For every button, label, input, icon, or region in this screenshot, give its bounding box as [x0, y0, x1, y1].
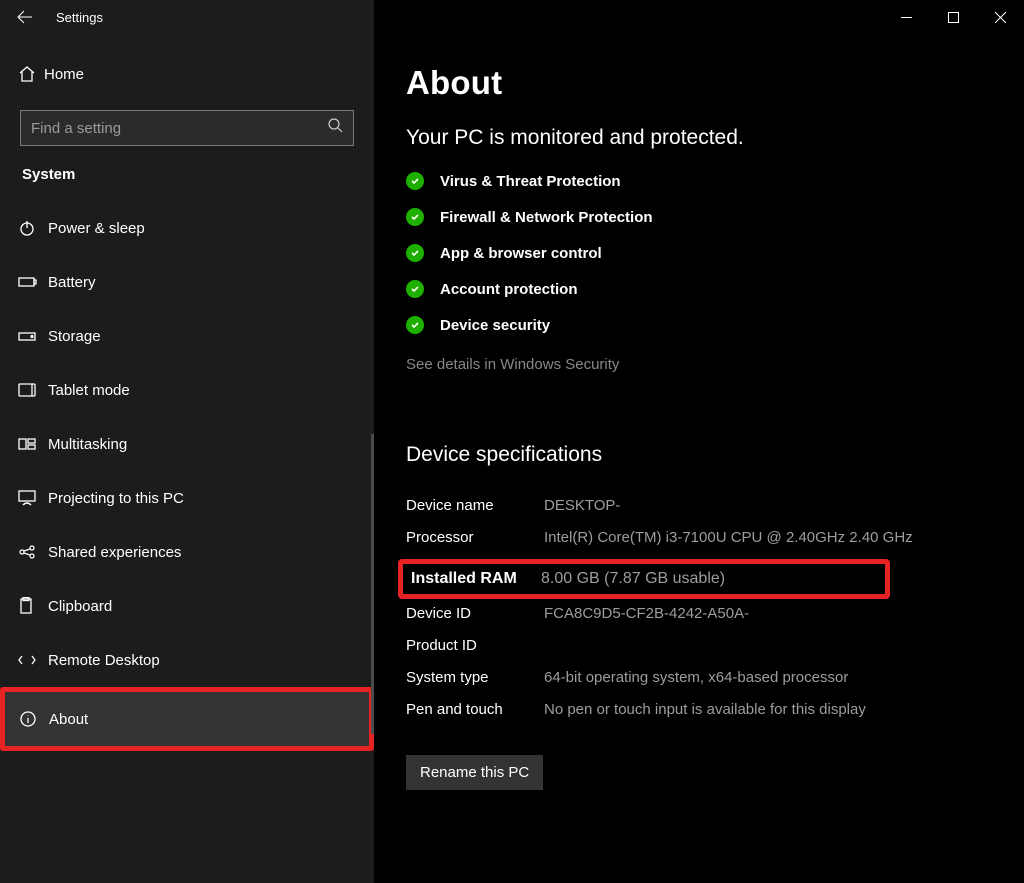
- clipboard-icon: [18, 597, 48, 615]
- storage-icon: [18, 329, 48, 343]
- nav-label: Clipboard: [48, 598, 112, 615]
- content-area: Home System Power & sleep Battery Storag…: [0, 34, 1024, 883]
- rename-pc-button[interactable]: Rename this PC: [406, 755, 543, 790]
- spec-label: Processor: [406, 527, 544, 549]
- check-icon: [406, 316, 424, 334]
- security-item: App & browser control: [406, 244, 994, 262]
- nav-about[interactable]: About: [5, 692, 369, 746]
- spec-label: Pen and touch: [406, 699, 544, 721]
- security-item: Device security: [406, 316, 994, 334]
- spec-label: Device name: [406, 495, 544, 517]
- spec-value: No pen or touch input is available for t…: [544, 699, 994, 721]
- arrow-left-icon: [17, 9, 33, 25]
- shared-icon: [18, 544, 48, 560]
- power-icon: [18, 219, 48, 237]
- home-icon: [18, 65, 44, 83]
- spec-value: 64-bit operating system, x64-based proce…: [544, 667, 994, 689]
- nav-label: Power & sleep: [48, 220, 145, 237]
- window-title: Settings: [56, 10, 103, 25]
- nav-label: Projecting to this PC: [48, 490, 184, 507]
- maximize-button[interactable]: [930, 0, 977, 34]
- spec-value: [544, 635, 994, 657]
- security-item-label: Device security: [440, 317, 550, 334]
- nav-projecting[interactable]: Projecting to this PC: [4, 471, 370, 525]
- projecting-icon: [18, 490, 48, 506]
- security-item-label: Virus & Threat Protection: [440, 173, 621, 190]
- highlight-ram: Installed RAM 8.00 GB (7.87 GB usable): [398, 559, 890, 599]
- check-icon: [406, 172, 424, 190]
- search-container: [20, 110, 354, 146]
- security-item: Firewall & Network Protection: [406, 208, 994, 226]
- security-list: Virus & Threat Protection Firewall & Net…: [406, 172, 994, 334]
- nav-label: Storage: [48, 328, 101, 345]
- nav-label: Multitasking: [48, 436, 127, 453]
- search-input[interactable]: [31, 120, 328, 137]
- search-box[interactable]: [20, 110, 354, 146]
- spec-value: Intel(R) Core(TM) i3-7100U CPU @ 2.40GHz…: [544, 527, 974, 549]
- security-heading: Your PC is monitored and protected.: [406, 126, 994, 150]
- spec-device-id: Device ID FCA8C9D5-CF2B-4242-A50A-: [406, 603, 994, 625]
- check-icon: [406, 244, 424, 262]
- spec-product-id: Product ID: [406, 635, 994, 657]
- battery-icon: [18, 275, 48, 289]
- security-item: Virus & Threat Protection: [406, 172, 994, 190]
- titlebar-left: Settings: [0, 0, 374, 34]
- nav-label: Shared experiences: [48, 544, 181, 561]
- check-icon: [406, 280, 424, 298]
- spec-value: 8.00 GB (7.87 GB usable): [541, 570, 725, 588]
- minimize-button[interactable]: [883, 0, 930, 34]
- nav-label: About: [49, 711, 88, 728]
- security-item-label: App & browser control: [440, 245, 602, 262]
- spec-label: System type: [406, 667, 544, 689]
- nav-storage[interactable]: Storage: [4, 309, 370, 363]
- spec-device-name: Device name DESKTOP-: [406, 495, 994, 517]
- nav-multitasking[interactable]: Multitasking: [4, 417, 370, 471]
- spec-value: FCA8C9D5-CF2B-4242-A50A-: [544, 603, 994, 625]
- nav-label: Remote Desktop: [48, 652, 160, 669]
- search-icon: [328, 118, 343, 138]
- spec-value: DESKTOP-: [544, 495, 994, 517]
- main-panel: About Your PC is monitored and protected…: [374, 34, 1024, 883]
- tablet-icon: [18, 383, 48, 397]
- minimize-icon: [901, 12, 912, 23]
- spec-label: Installed RAM: [403, 570, 541, 588]
- spec-system-type: System type 64-bit operating system, x64…: [406, 667, 994, 689]
- home-label: Home: [44, 66, 84, 83]
- check-icon: [406, 208, 424, 226]
- sidebar: Home System Power & sleep Battery Storag…: [0, 34, 374, 883]
- security-item: Account protection: [406, 280, 994, 298]
- section-label: System: [4, 166, 370, 201]
- spec-label: Product ID: [406, 635, 544, 657]
- nav-tablet-mode[interactable]: Tablet mode: [4, 363, 370, 417]
- nav-label: Tablet mode: [48, 382, 130, 399]
- spec-pen-touch: Pen and touch No pen or touch input is a…: [406, 699, 994, 721]
- nav-label: Battery: [48, 274, 96, 291]
- highlight-about: About: [0, 687, 374, 751]
- home-nav[interactable]: Home: [4, 52, 370, 96]
- about-icon: [19, 710, 49, 728]
- nav-shared-experiences[interactable]: Shared experiences: [4, 525, 370, 579]
- spec-label: Device ID: [406, 603, 544, 625]
- back-button[interactable]: [0, 0, 50, 34]
- close-button[interactable]: [977, 0, 1024, 34]
- titlebar: Settings: [0, 0, 1024, 34]
- scrollbar[interactable]: [371, 434, 374, 734]
- spec-processor: Processor Intel(R) Core(TM) i3-7100U CPU…: [406, 527, 994, 549]
- security-item-label: Account protection: [440, 281, 578, 298]
- remote-desktop-icon: [18, 653, 48, 667]
- nav-battery[interactable]: Battery: [4, 255, 370, 309]
- close-icon: [995, 12, 1006, 23]
- spec-heading: Device specifications: [406, 443, 994, 467]
- see-details-link[interactable]: See details in Windows Security: [406, 356, 994, 373]
- window-controls: [374, 0, 1024, 34]
- security-item-label: Firewall & Network Protection: [440, 209, 653, 226]
- page-title: About: [406, 64, 994, 102]
- nav-clipboard[interactable]: Clipboard: [4, 579, 370, 633]
- multitasking-icon: [18, 437, 48, 451]
- nav-remote-desktop[interactable]: Remote Desktop: [4, 633, 370, 687]
- nav-power-sleep[interactable]: Power & sleep: [4, 201, 370, 255]
- maximize-icon: [948, 12, 959, 23]
